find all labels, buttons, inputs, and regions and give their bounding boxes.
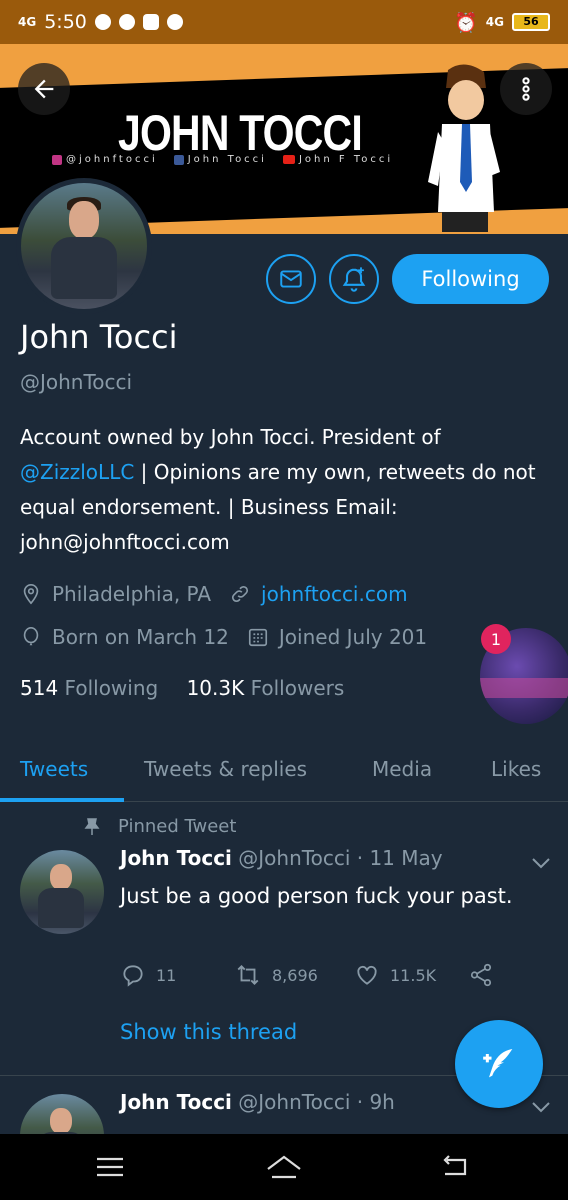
retweet-icon [237, 965, 259, 985]
back-arrow-icon [34, 79, 54, 99]
system-nav-bar [0, 1134, 568, 1200]
profile-handle: @JohnTocci [20, 370, 133, 394]
tab-likes[interactable]: Likes [491, 738, 541, 800]
reply-icon [123, 965, 143, 987]
pinned-label: Pinned Tweet [84, 816, 236, 837]
follow-counts: 514 Following 10.3K Followers [20, 676, 344, 700]
tweet-header: John Tocci @JohnTocci · 9h [120, 1090, 395, 1114]
banner-facebook: John Tocci [173, 154, 267, 165]
profile-tabs: Tweets Tweets & replies Media Likes [0, 738, 568, 802]
show-thread-link[interactable]: Show this thread [120, 1020, 297, 1044]
following-button[interactable]: Following [392, 254, 549, 304]
chevron-down-icon[interactable] [530, 1099, 552, 1115]
menu-icon [97, 1157, 123, 1177]
tweet-text: Just be a good person fuck your past. [120, 884, 513, 908]
tab-media[interactable]: Media [372, 738, 432, 800]
vpn-icon [94, 14, 111, 30]
balloon-icon [20, 626, 42, 648]
followers-count-link[interactable]: 10.3K Followers [187, 676, 345, 700]
back-button[interactable] [18, 63, 70, 115]
clock: 5:50 [44, 11, 87, 33]
reply-button[interactable]: 11 [120, 962, 176, 988]
profile-bio: Account owned by John Tocci. President o… [20, 425, 536, 554]
banner-instagram: @johnftocci [52, 154, 158, 165]
mail-icon [280, 270, 302, 288]
messenger-icon [118, 14, 135, 30]
tab-tweets[interactable]: Tweets [20, 738, 88, 800]
following-count-link[interactable]: 514 Following [20, 676, 158, 700]
tweet-avatar[interactable] [20, 850, 104, 934]
network-indicator: 4G [18, 14, 37, 29]
tweet-meta: @JohnTocci · 11 May [238, 846, 443, 870]
messenger-icon [166, 14, 183, 30]
tweet-author-name[interactable]: John Tocci [120, 1090, 232, 1114]
like-button[interactable]: 11.5K [354, 962, 436, 988]
mention-link[interactable]: @ZizzloLLC [20, 460, 134, 484]
home-icon [267, 1155, 301, 1179]
profile-birthday: Born on March 12 [52, 625, 229, 649]
heart-icon [357, 965, 377, 985]
notification-badge: 1 [481, 624, 511, 654]
profile-joined: Joined July 201 [278, 625, 428, 649]
profile-location-row: Philadelphia, PA johnftocci.com [20, 582, 408, 606]
menu-nav-button[interactable] [80, 1134, 140, 1200]
network-indicator-right: 4G [485, 14, 504, 29]
home-nav-button[interactable] [254, 1134, 314, 1200]
youtube-icon [282, 155, 295, 164]
share-button[interactable] [468, 962, 494, 988]
profile-avatar[interactable] [16, 178, 152, 314]
calendar-icon [247, 626, 269, 648]
status-bar: 4G 5:50 ⏰ 4G 56 [0, 0, 568, 44]
location-pin-icon [20, 583, 42, 605]
retweet-button[interactable]: 8,696 [234, 962, 318, 988]
bell-plus-icon [342, 267, 366, 292]
profile-location: Philadelphia, PA [52, 582, 212, 606]
profile-dates-row: Born on March 12 Joined July 201 [20, 625, 427, 649]
more-options-button[interactable] [500, 63, 552, 115]
share-icon [470, 963, 492, 987]
battery-indicator: 56 [512, 13, 550, 31]
link-icon [229, 583, 251, 605]
profile-website[interactable]: johnftocci.com [261, 582, 408, 606]
notifications-button[interactable] [329, 254, 379, 304]
back-nav-icon [443, 1155, 467, 1176]
tweet-header: John Tocci @JohnTocci · 11 May [120, 846, 443, 870]
tab-tweets-replies[interactable]: Tweets & replies [144, 738, 307, 800]
tweet-meta: @JohnTocci · 9h [238, 1090, 395, 1114]
facebook-icon [173, 154, 184, 165]
alarm-icon: ⏰ [454, 11, 478, 34]
banner-youtube: John F Tocci [282, 154, 393, 165]
pin-icon [84, 817, 100, 835]
chevron-down-icon[interactable] [530, 855, 552, 871]
more-vertical-icon [522, 77, 530, 101]
active-tab-indicator [0, 798, 124, 802]
profile-name: John Tocci [20, 318, 178, 356]
compose-tweet-button[interactable] [455, 1020, 543, 1108]
compose-feather-icon [483, 1049, 513, 1078]
banner-social-links: @johnftocci John Tocci John F Tocci [52, 154, 393, 165]
message-button[interactable] [266, 254, 316, 304]
tweet-author-name[interactable]: John Tocci [120, 846, 232, 870]
back-nav-button[interactable] [426, 1134, 486, 1200]
instagram-icon [142, 14, 159, 30]
cartoon-illustration [428, 64, 500, 232]
instagram-icon [52, 154, 62, 165]
